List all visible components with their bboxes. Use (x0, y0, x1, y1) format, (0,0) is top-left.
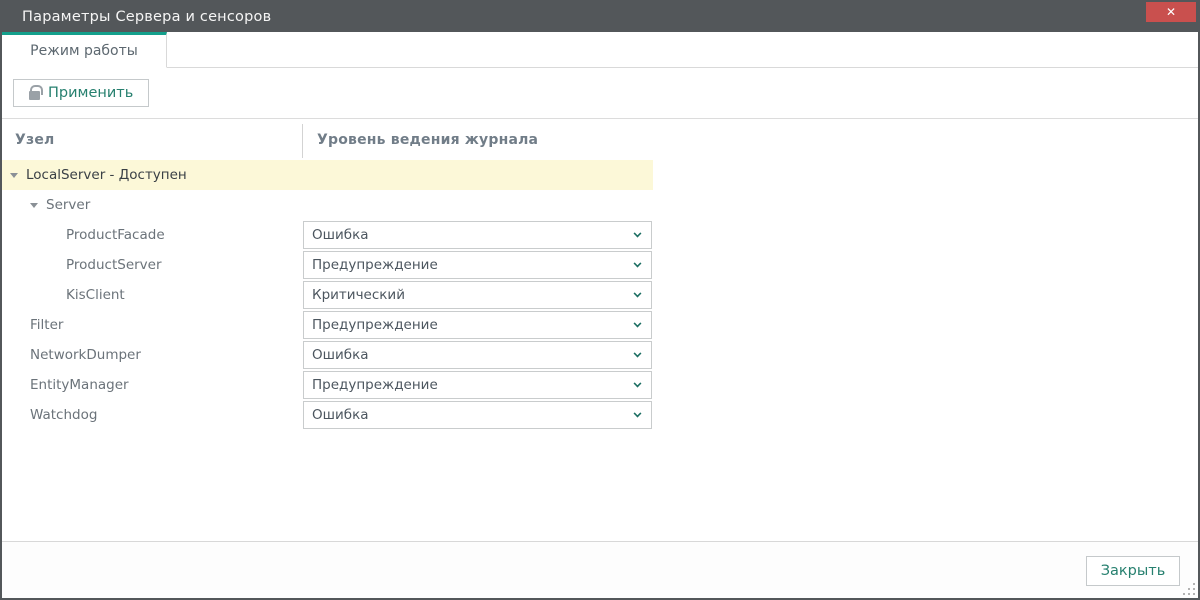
resize-grip[interactable] (1183, 583, 1195, 595)
tree-expander-icon[interactable] (10, 173, 18, 178)
table-row[interactable]: Filter Предупреждение (2, 310, 653, 340)
log-level-dropdown[interactable]: Ошибка (303, 401, 652, 429)
apply-button-label: Применить (48, 85, 133, 101)
tree-expander-icon[interactable] (30, 203, 38, 208)
table-row[interactable]: ProductServer Предупреждение (2, 250, 653, 280)
footer-bar: Закрыть (2, 541, 1198, 598)
log-level-dropdown[interactable]: Предупреждение (303, 371, 652, 399)
chevron-down-icon (634, 379, 642, 387)
log-level-dropdown[interactable]: Критический (303, 281, 652, 309)
log-level-value: Предупреждение (312, 257, 438, 273)
log-level-dropdown[interactable]: Ошибка (303, 341, 652, 369)
close-icon: ✕ (1166, 6, 1176, 18)
node-label: LocalServer - Доступен (26, 167, 187, 183)
node-label: NetworkDumper (30, 347, 141, 363)
table-row[interactable]: KisClient Критический (2, 280, 653, 310)
chevron-down-icon (634, 349, 642, 357)
log-level-value: Ошибка (312, 407, 369, 423)
window-close-button[interactable]: ✕ (1146, 2, 1196, 22)
node-label: KisClient (66, 287, 125, 303)
log-level-value: Критический (312, 287, 405, 303)
table-row[interactable]: LocalServer - Доступен (2, 160, 653, 190)
log-level-value: Предупреждение (312, 317, 438, 333)
close-dialog-button-label: Закрыть (1101, 563, 1166, 579)
node-label: Watchdog (30, 407, 97, 423)
lock-icon (29, 91, 40, 100)
node-label: EntityManager (30, 377, 129, 393)
column-header-log-level: Уровень ведения журнала (302, 129, 538, 148)
dialog-window: Параметры Сервера и сенсоров ✕ Режим раб… (0, 0, 1200, 600)
tab-bar: Режим работы (2, 32, 1198, 68)
chevron-down-icon (634, 319, 642, 327)
tab-label: Режим работы (30, 43, 138, 59)
node-label: ProductFacade (66, 227, 165, 243)
table-row[interactable]: ProductFacade Ошибка (2, 220, 653, 250)
table-row[interactable]: Server (2, 190, 653, 220)
window-title: Параметры Сервера и сенсоров (22, 9, 271, 25)
chevron-down-icon (634, 289, 642, 297)
table-row[interactable]: NetworkDumper Ошибка (2, 340, 653, 370)
log-level-dropdown[interactable]: Ошибка (303, 221, 652, 249)
tree-table-body: LocalServer - Доступен Server ProductFac… (2, 160, 1198, 430)
column-header-node: Узел (2, 129, 302, 148)
log-level-value: Ошибка (312, 347, 369, 363)
table-row[interactable]: EntityManager Предупреждение (2, 370, 653, 400)
chevron-down-icon (634, 409, 642, 417)
node-label: Server (46, 197, 90, 213)
chevron-down-icon (634, 259, 642, 267)
apply-button[interactable]: Применить (13, 79, 149, 107)
node-label: Filter (30, 317, 63, 333)
close-dialog-button[interactable]: Закрыть (1086, 556, 1180, 586)
log-level-value: Ошибка (312, 227, 369, 243)
title-bar: Параметры Сервера и сенсоров (2, 2, 1198, 32)
toolbar: Применить (2, 68, 1198, 118)
node-label: ProductServer (66, 257, 162, 273)
log-level-value: Предупреждение (312, 377, 438, 393)
log-level-dropdown[interactable]: Предупреждение (303, 251, 652, 279)
table-row[interactable]: Watchdog Ошибка (2, 400, 653, 430)
tab-operating-mode[interactable]: Режим работы (2, 32, 167, 68)
chevron-down-icon (634, 229, 642, 237)
table-header: Узел Уровень ведения журнала (2, 118, 1198, 158)
log-level-dropdown[interactable]: Предупреждение (303, 311, 652, 339)
